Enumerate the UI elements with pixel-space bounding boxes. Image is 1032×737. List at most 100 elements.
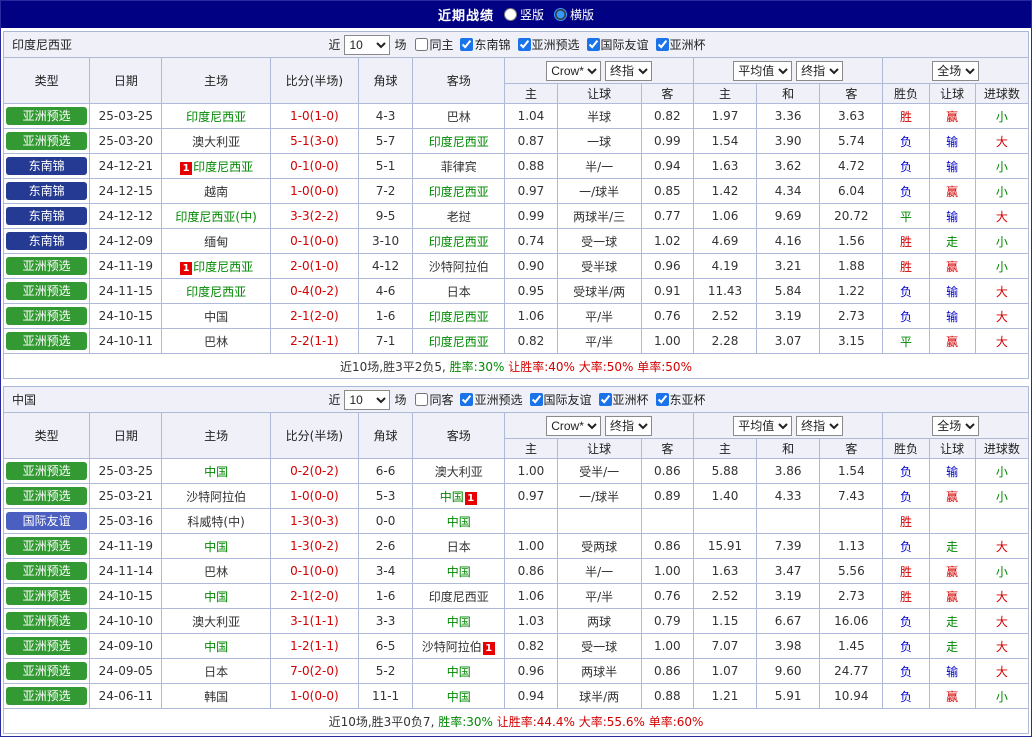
competition-badge: 亚洲预选 (6, 537, 87, 555)
result-cell: 赢 (929, 104, 975, 129)
competition-filter[interactable]: 国际友谊 (530, 391, 592, 408)
result-cell: 平 (883, 204, 929, 229)
summary-segment: 让胜率:44.4% (493, 715, 575, 729)
odds-cell: 1.00 (641, 329, 693, 354)
team-name[interactable]: 印度尼西亚 (429, 335, 489, 349)
bookmaker-select[interactable]: Crow* (546, 61, 601, 81)
team-name[interactable]: 菲律宾 (441, 160, 477, 174)
result-cell: 赢 (929, 254, 975, 279)
competition-filter[interactable]: 亚洲预选 (518, 36, 580, 53)
competition-filter[interactable]: 亚洲预选 (460, 391, 522, 408)
away-team-cell: 中国 (413, 659, 505, 684)
odds-cell: 两球半/三 (557, 204, 641, 229)
average-odds-select[interactable]: 平均值 (733, 61, 792, 81)
result-cell: 小 (975, 559, 1028, 584)
team-name[interactable]: 沙特阿拉伯 (422, 640, 482, 654)
team-name[interactable]: 沙特阿拉伯 (429, 260, 489, 274)
team-name[interactable]: 印度尼西亚 (193, 160, 253, 174)
final-odds-select[interactable]: 终指 (605, 416, 652, 436)
competition-badge: 东南锦 (6, 207, 87, 225)
competition-checkbox[interactable] (530, 393, 543, 406)
team-name[interactable]: 印度尼西亚 (429, 235, 489, 249)
layout-option-vertical[interactable]: 竖版 (504, 6, 544, 23)
odds-cell: 4.33 (757, 484, 820, 509)
avg-final-odds-select[interactable]: 终指 (796, 61, 843, 81)
team-name[interactable]: 韩国 (204, 690, 228, 704)
team-name[interactable]: 日本 (447, 540, 471, 554)
team-name[interactable]: 印度尼西亚 (186, 285, 246, 299)
competition-checkbox[interactable] (587, 38, 600, 51)
team-name[interactable]: 巴林 (204, 565, 228, 579)
score-cell: 1-3(0-2) (270, 534, 358, 559)
team-name[interactable]: 印度尼西亚 (186, 110, 246, 124)
recent-count-select[interactable]: 10 (344, 390, 390, 410)
odds-cell: 2.52 (693, 584, 756, 609)
competition-badge: 国际友谊 (6, 512, 87, 530)
competition-filter[interactable]: 亚洲杯 (656, 36, 706, 53)
bookmaker-select[interactable]: Crow* (546, 416, 601, 436)
average-odds-select[interactable]: 平均值 (733, 416, 792, 436)
competition-filter[interactable]: 东亚杯 (656, 391, 706, 408)
competition-checkbox[interactable] (656, 38, 669, 51)
team-name[interactable]: 缅甸 (204, 235, 228, 249)
team-name[interactable]: 印度尼西亚(中) (175, 210, 256, 224)
team-name[interactable]: 澳大利亚 (192, 135, 240, 149)
team-name[interactable]: 巴林 (204, 335, 228, 349)
same-venue-checkbox[interactable] (415, 393, 428, 406)
team-name[interactable]: 中国 (204, 540, 228, 554)
same-venue-filter[interactable]: 同主 (415, 36, 453, 53)
vertical-layout-radio[interactable] (504, 8, 517, 21)
team-name[interactable]: 印度尼西亚 (429, 310, 489, 324)
competition-filter[interactable]: 亚洲杯 (599, 391, 649, 408)
fulltime-select[interactable]: 全场 (932, 416, 979, 436)
same-venue-filter[interactable]: 同客 (415, 391, 453, 408)
team-name[interactable]: 日本 (204, 665, 228, 679)
competition-filter[interactable]: 东南锦 (460, 36, 510, 53)
team-name[interactable]: 越南 (204, 185, 228, 199)
team-name[interactable]: 老挝 (447, 210, 471, 224)
competition-filter[interactable]: 国际友谊 (587, 36, 649, 53)
odds-cell: 平/半 (557, 584, 641, 609)
fulltime-select[interactable]: 全场 (932, 61, 979, 81)
team-name[interactable]: 印度尼西亚 (193, 260, 253, 274)
team-name[interactable]: 中国 (447, 615, 471, 629)
team-name[interactable]: 中国 (204, 590, 228, 604)
team-name[interactable]: 中国 (447, 515, 471, 529)
result-cell: 小 (975, 154, 1028, 179)
competition-checkbox[interactable] (656, 393, 669, 406)
competition-checkbox[interactable] (460, 38, 473, 51)
team-name[interactable]: 日本 (447, 285, 471, 299)
team-name[interactable]: 中国 (204, 310, 228, 324)
team-name[interactable]: 中国 (204, 465, 228, 479)
team-name[interactable]: 澳大利亚 (192, 615, 240, 629)
final-odds-select[interactable]: 终指 (605, 61, 652, 81)
team-name[interactable]: 沙特阿拉伯 (186, 490, 246, 504)
competition-checkbox[interactable] (460, 393, 473, 406)
team-name[interactable]: 印度尼西亚 (429, 590, 489, 604)
team-name[interactable]: 科威特(中) (187, 515, 244, 529)
home-team-cell: 中国 (162, 584, 270, 609)
home-team-cell: 缅甸 (162, 229, 270, 254)
team-name[interactable]: 印度尼西亚 (429, 185, 489, 199)
team-name[interactable]: 印度尼西亚 (429, 135, 489, 149)
horizontal-layout-radio[interactable] (554, 8, 567, 21)
team-name[interactable]: 澳大利亚 (435, 465, 483, 479)
team-name[interactable]: 巴林 (447, 110, 471, 124)
competition-checkbox[interactable] (518, 38, 531, 51)
recent-count-select[interactable]: 10 (344, 35, 390, 55)
layout-option-horizontal[interactable]: 横版 (554, 6, 594, 23)
home-team-cell: 越南 (162, 179, 270, 204)
team-name[interactable]: 中国 (204, 640, 228, 654)
match-date-cell: 24-12-15 (90, 179, 162, 204)
odds-cell: 1.06 (693, 204, 756, 229)
team-name[interactable]: 中国 (440, 490, 464, 504)
competition-checkbox[interactable] (599, 393, 612, 406)
team-name[interactable]: 中国 (447, 690, 471, 704)
same-venue-checkbox[interactable] (415, 38, 428, 51)
team-name[interactable]: 中国 (447, 665, 471, 679)
team-name[interactable]: 中国 (447, 565, 471, 579)
games-label: 场 (394, 36, 406, 53)
score-cell: 1-0(0-0) (270, 484, 358, 509)
match-row: 亚洲预选24-10-15中国2-1(2-0)1-6印度尼西亚1.06平/半0.7… (4, 304, 1029, 329)
avg-final-odds-select[interactable]: 终指 (796, 416, 843, 436)
